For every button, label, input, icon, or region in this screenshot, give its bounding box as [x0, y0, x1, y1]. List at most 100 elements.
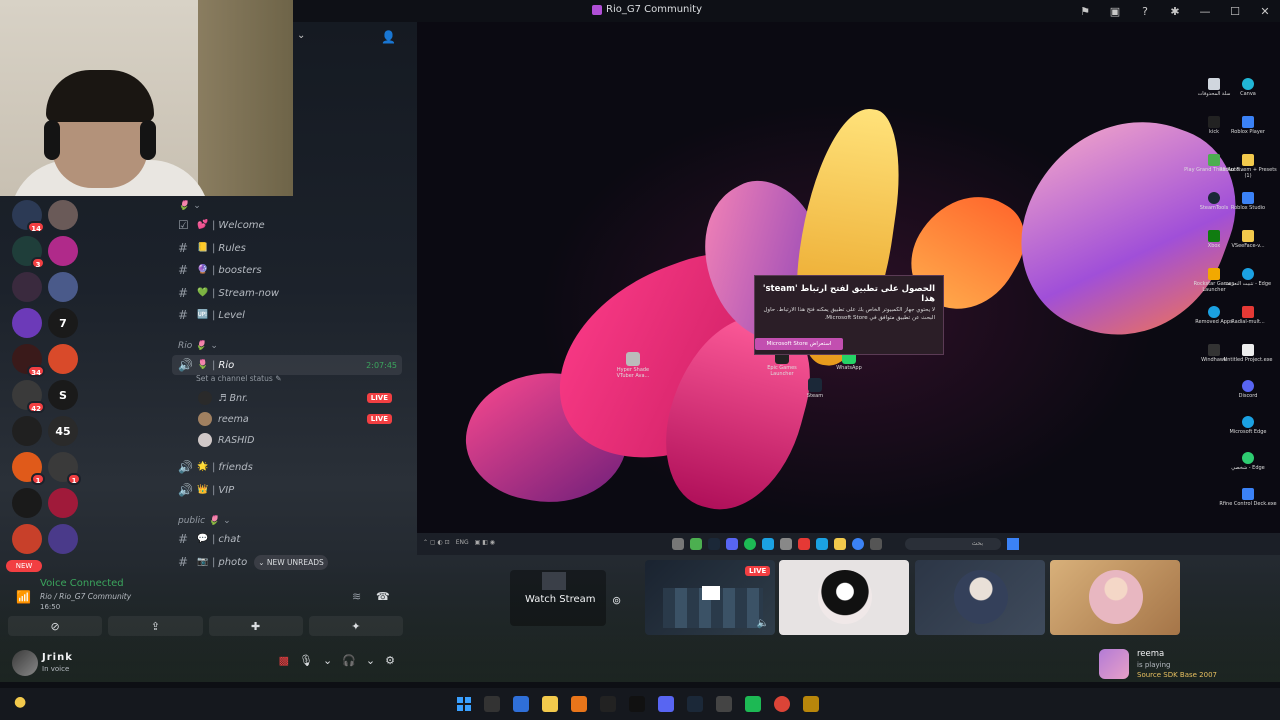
close-icon[interactable]: ✕: [1250, 0, 1280, 22]
server-icon[interactable]: [12, 308, 42, 338]
app-icon[interactable]: [513, 696, 529, 712]
channel-rules[interactable]: # 📒 | Rules: [178, 238, 403, 258]
maximize-icon[interactable]: ☐: [1220, 0, 1250, 22]
category-header[interactable]: 🌷 ⌄: [178, 201, 201, 211]
server-icon[interactable]: [48, 236, 78, 266]
screen-share-button[interactable]: ⇪: [108, 616, 203, 636]
voice-channel-vip[interactable]: 🔊 👑 | VIP: [178, 480, 403, 500]
notification-icon[interactable]: ●: [14, 694, 26, 710]
channel-welcome[interactable]: ☑ 💕 | Welcome: [178, 215, 403, 235]
voice-connected-subtitle[interactable]: Rio / Rio_G7 Community: [40, 592, 131, 601]
desktop-icon[interactable]: Microsoft Edge: [1218, 416, 1278, 435]
server-icon[interactable]: [48, 524, 78, 554]
invite-icon[interactable]: 👤: [381, 30, 396, 44]
disconnect-icon[interactable]: ☎: [376, 590, 390, 603]
channel-boosters[interactable]: # 🔮 | boosters: [178, 260, 403, 280]
server-icon[interactable]: 1: [48, 452, 81, 485]
voice-user[interactable]: ♬ Bnr. LIVE: [198, 388, 398, 408]
stream-off-icon[interactable]: ▩: [279, 654, 289, 667]
folder-icon[interactable]: VSeeFace-v...: [1218, 230, 1278, 249]
desktop-icon[interactable]: شخصي - Edge: [1218, 452, 1278, 471]
microsoft-store-button[interactable]: Microsoft Store استعراض: [755, 338, 843, 350]
folder-icon[interactable]: Redux Fivem + Presets (1): [1218, 154, 1278, 179]
server-icon[interactable]: [48, 488, 78, 518]
folder-icon[interactable]: [542, 696, 558, 712]
app-icon[interactable]: [716, 696, 732, 712]
user-name[interactable]: Jrink: [42, 652, 73, 663]
watch-stream-button[interactable]: Watch Stream: [525, 594, 596, 605]
server-icon[interactable]: 34: [12, 344, 45, 377]
app-icon[interactable]: [745, 696, 761, 712]
camera-off-button[interactable]: ⊘: [8, 616, 103, 636]
desktop-icon[interactable]: Hyper Shade VTuber Ava...: [613, 352, 653, 379]
signal-icon[interactable]: 📶: [16, 590, 31, 604]
category-header[interactable]: public 🌷 ⌄: [178, 516, 231, 526]
screen-share-icon[interactable]: ▣: [1100, 0, 1130, 22]
server-icon[interactable]: S: [48, 380, 78, 410]
server-icon[interactable]: [12, 416, 42, 446]
participant-tile[interactable]: [915, 560, 1045, 635]
desktop-icon[interactable]: Roblox Studio: [1218, 192, 1278, 211]
new-pill[interactable]: NEW: [6, 560, 42, 572]
server-icon[interactable]: 7: [48, 308, 78, 338]
volume-icon[interactable]: 🔈: [757, 618, 769, 629]
app-icon[interactable]: [571, 696, 587, 712]
new-unreads-button[interactable]: ⌄ NEW UNREADS: [254, 555, 328, 570]
desktop-icon[interactable]: Discord: [1218, 380, 1278, 399]
server-icon[interactable]: 3: [12, 236, 45, 269]
bug-icon[interactable]: ✱: [1160, 0, 1190, 22]
server-icon[interactable]: [12, 272, 42, 302]
server-icon[interactable]: 1: [12, 452, 45, 485]
chevron-down-icon[interactable]: ⌄: [366, 654, 375, 667]
minimize-icon[interactable]: —: [1190, 0, 1220, 22]
voice-connected-title[interactable]: Voice Connected: [40, 578, 124, 589]
help-icon[interactable]: ?: [1130, 0, 1160, 22]
channel-stream-now[interactable]: # 💚 | Stream-now: [178, 283, 403, 303]
stream-viewer[interactable]: Hyper Shade VTuber Ava... Epic Games Lau…: [417, 22, 1280, 533]
desktop-icon[interactable]: Untitled Project.exe: [1218, 344, 1278, 363]
desktop-icon[interactable]: Canva: [1218, 78, 1278, 97]
participant-tile[interactable]: [779, 560, 909, 635]
chrome-icon[interactable]: [774, 696, 790, 712]
desktop-icon[interactable]: Steam: [795, 378, 835, 399]
settings-gear-icon[interactable]: ⚙: [385, 654, 395, 667]
windows-start-button[interactable]: [457, 697, 471, 711]
server-icon[interactable]: 14: [12, 200, 45, 233]
desktop-icon[interactable]: Rfine Control Deck.exe: [1218, 488, 1278, 507]
channel-chat[interactable]: # 💬 | chat: [178, 529, 403, 549]
app-icon[interactable]: [629, 696, 645, 712]
channel-level[interactable]: # 🆙 | Level: [178, 305, 403, 325]
headphones-icon[interactable]: 🎧: [342, 654, 356, 667]
avatar[interactable]: [12, 650, 38, 676]
noise-suppression-icon[interactable]: ≋: [352, 590, 361, 603]
soundboard-button[interactable]: ✦: [308, 616, 403, 636]
activity-toast[interactable]: reema is playing Source SDK Base 2007: [1095, 645, 1275, 685]
server-icon[interactable]: [12, 524, 42, 554]
inbox-icon[interactable]: ⚑: [1070, 0, 1100, 22]
microphone-icon[interactable]: 🎙: [299, 654, 313, 667]
desktop-icon[interactable]: Roblox Player: [1218, 116, 1278, 135]
server-icon[interactable]: [12, 488, 42, 518]
desktop-icon[interactable]: تثبيت التعريف - Edge: [1218, 268, 1278, 287]
voice-channel-friends[interactable]: 🔊 🌟 | friends: [178, 457, 403, 477]
chevron-down-icon[interactable]: ⌄: [323, 654, 332, 667]
watch-stream-tile[interactable]: Watch Stream ⊚: [510, 570, 621, 626]
activities-button[interactable]: ✚: [208, 616, 303, 636]
popout-icon[interactable]: ⊚: [612, 594, 621, 607]
voice-user[interactable]: RASHID: [198, 430, 398, 450]
server-icon[interactable]: [48, 200, 78, 230]
server-icon[interactable]: [48, 344, 78, 374]
participant-tile[interactable]: [1050, 560, 1180, 635]
app-icon[interactable]: [600, 696, 616, 712]
channel-status-hint[interactable]: Set a channel status ✎: [196, 374, 281, 383]
server-header[interactable]: ⌄ 👤: [293, 22, 403, 52]
app-icon[interactable]: [803, 696, 819, 712]
discord-icon[interactable]: [658, 696, 674, 712]
app-icon[interactable]: [484, 696, 500, 712]
desktop-icon[interactable]: Radial-mult...: [1218, 306, 1278, 325]
server-icon[interactable]: 42: [12, 380, 45, 413]
category-header[interactable]: Rio 🌷 ⌄: [178, 341, 218, 351]
chevron-down-icon[interactable]: ⌄: [297, 30, 305, 41]
steam-icon[interactable]: [687, 696, 703, 712]
voice-user[interactable]: reema LIVE: [198, 409, 398, 429]
